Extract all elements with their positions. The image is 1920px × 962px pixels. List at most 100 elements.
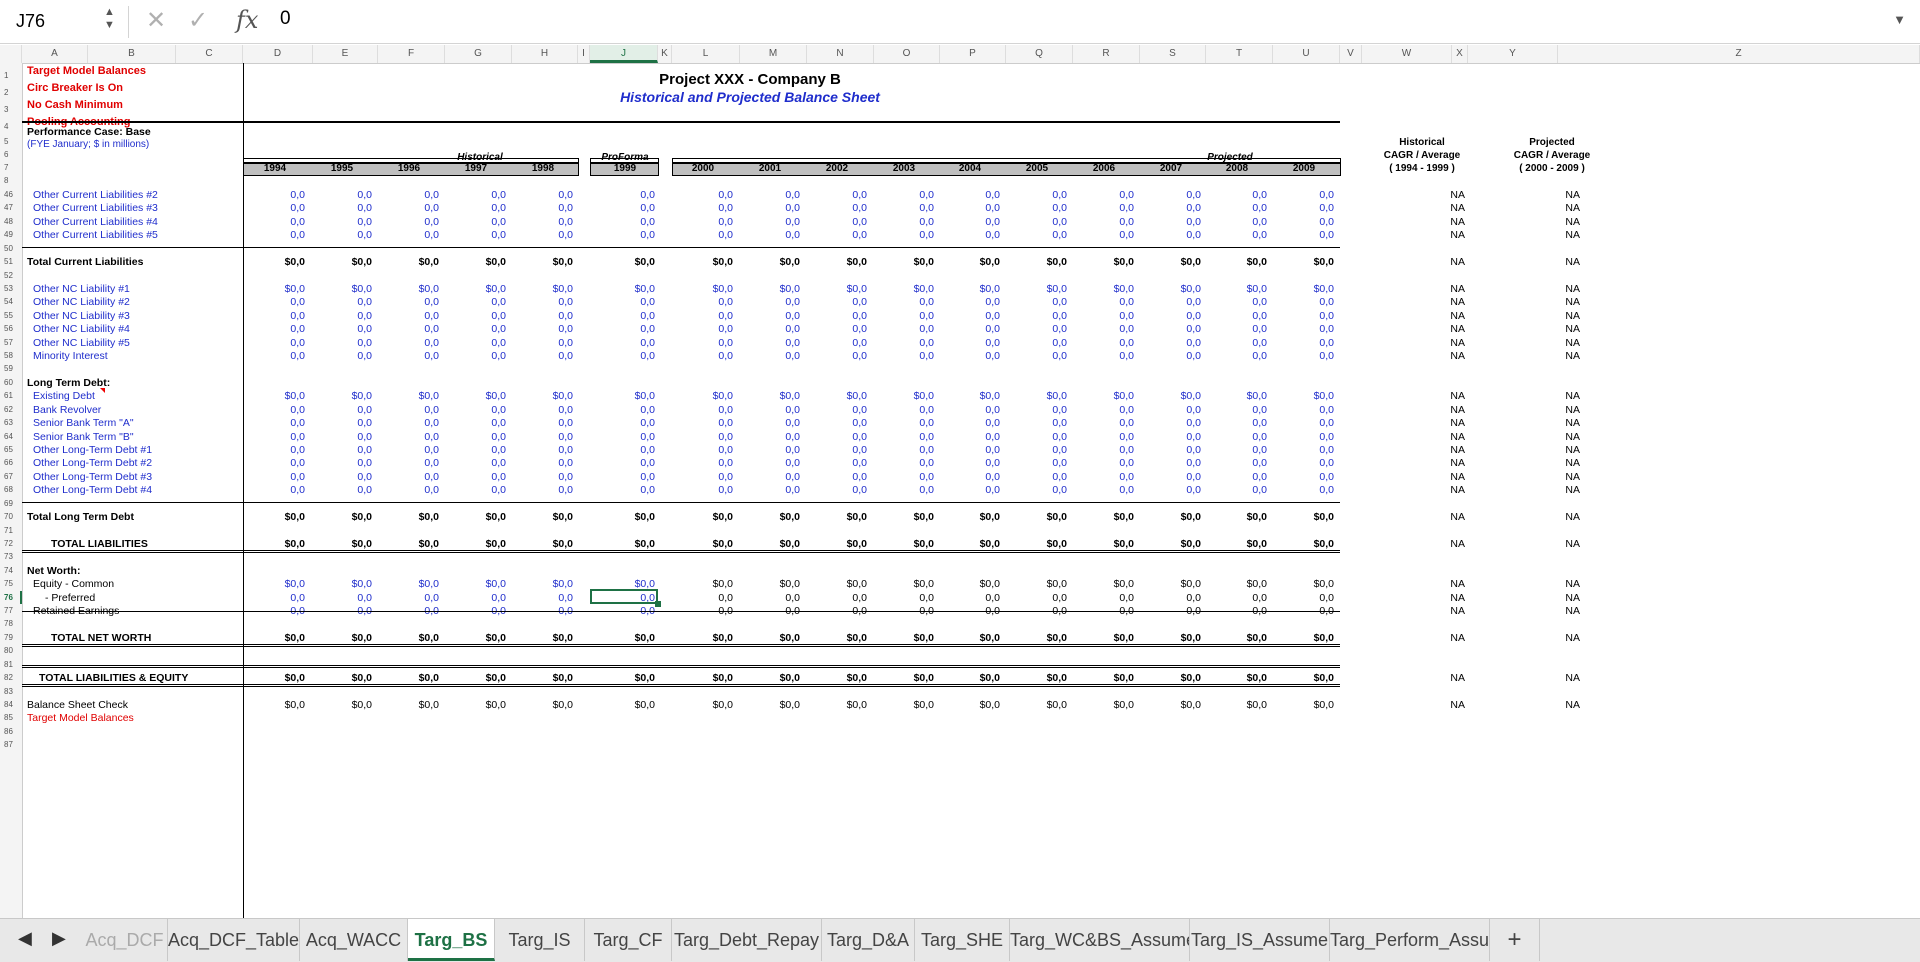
value-cell: 0,0	[491, 296, 506, 309]
sheet-tab-acq-dcf-table[interactable]: Acq_DCF_Table	[168, 919, 300, 961]
column-header-n[interactable]: N	[807, 45, 874, 63]
column-header-j[interactable]: J	[590, 45, 658, 63]
value-cell: $0,0	[1180, 578, 1201, 591]
sheet-tab-acq-wacc[interactable]: Acq_WACC	[300, 919, 408, 961]
column-header-c[interactable]: C	[176, 45, 243, 63]
add-sheet-button[interactable]: +	[1490, 919, 1540, 961]
value-cell: 0,0	[558, 296, 573, 309]
value-cell: $0,0	[1046, 511, 1067, 524]
value-cell: 0,0	[640, 403, 655, 416]
flag-label: Target Model Balances	[27, 65, 146, 77]
column-header-k[interactable]: K	[658, 45, 672, 63]
column-header-g[interactable]: G	[445, 45, 512, 63]
value-cell: 0,0	[1119, 229, 1134, 242]
comment-indicator-icon[interactable]	[100, 388, 105, 394]
value-cell: $0,0	[634, 537, 655, 550]
column-header-e[interactable]: E	[313, 45, 378, 63]
value-cell: 0,0	[919, 470, 934, 483]
column-header-x[interactable]: X	[1452, 45, 1468, 63]
value-cell: 0,0	[357, 403, 372, 416]
sheet-tab-targ-wc-bs-assume[interactable]: Targ_WC&BS_Assume	[1010, 919, 1190, 961]
cagr-historical-value: NA	[1450, 296, 1465, 309]
value-cell: $0,0	[1113, 256, 1134, 269]
value-cell: 0,0	[290, 309, 305, 322]
value-cell: 0,0	[357, 215, 372, 228]
next-sheet-icon[interactable]: ▶	[52, 928, 66, 949]
worksheet-grid[interactable]: Target Model Balances Circ Breaker Is On N…	[0, 63, 1920, 918]
sheet-tab-targ-she[interactable]: Targ_SHE	[915, 919, 1010, 961]
name-box-stepper-icon[interactable]: ▲ ▼	[104, 6, 115, 32]
value-cell: $0,0	[712, 390, 733, 403]
value-cell: $0,0	[846, 698, 867, 711]
column-header-u[interactable]: U	[1273, 45, 1340, 63]
sheet-tab-targ-bs[interactable]: Targ_BS	[408, 919, 495, 961]
value-cell: 0,0	[718, 430, 733, 443]
value-cell: 0,0	[985, 443, 1000, 456]
value-cell: 0,0	[424, 457, 439, 470]
cagr-historical-value: NA	[1450, 417, 1465, 430]
cancel-icon[interactable]: ✕	[146, 6, 166, 35]
value-cell: 0,0	[424, 296, 439, 309]
column-header-h[interactable]: H	[512, 45, 578, 63]
column-header-f[interactable]: F	[378, 45, 445, 63]
expand-formula-icon[interactable]: ▼	[1893, 12, 1906, 27]
column-header-a[interactable]: A	[22, 45, 88, 63]
column-header-o[interactable]: O	[874, 45, 940, 63]
sheet-tab-targ-debt-repay[interactable]: Targ_Debt_Repay	[672, 919, 822, 961]
formula-input[interactable]: 0	[280, 8, 291, 30]
cagr-projected-value: NA	[1565, 631, 1580, 644]
value-cell: 0,0	[1186, 202, 1201, 215]
function-icon[interactable]: fx	[236, 6, 258, 34]
value-cell: 0,0	[1052, 296, 1067, 309]
value-cell: 0,0	[785, 350, 800, 363]
cagr-projected-value: NA	[1565, 537, 1580, 550]
value-cell: 0,0	[1052, 443, 1067, 456]
value-cell: $0,0	[779, 511, 800, 524]
column-header-b[interactable]: B	[88, 45, 176, 63]
column-header-i[interactable]: I	[578, 45, 590, 63]
value-cell: 0,0	[558, 336, 573, 349]
active-cell-cursor[interactable]	[590, 588, 658, 604]
value-cell: $0,0	[979, 537, 1000, 550]
column-header-w[interactable]: W	[1362, 45, 1452, 63]
fill-handle[interactable]	[655, 600, 661, 607]
column-header-z[interactable]: Z	[1558, 45, 1920, 63]
column-header-v[interactable]: V	[1340, 45, 1362, 63]
value-cell: 0,0	[1319, 215, 1334, 228]
sheet-tab-targ-cf[interactable]: Targ_CF	[585, 919, 672, 961]
value-cell: 0,0	[558, 350, 573, 363]
value-cell: 0,0	[491, 323, 506, 336]
confirm-icon[interactable]: ✓	[188, 6, 208, 35]
cagr-historical-value: NA	[1450, 443, 1465, 456]
column-header-m[interactable]: M	[740, 45, 807, 63]
column-header-s[interactable]: S	[1140, 45, 1206, 63]
column-header-q[interactable]: Q	[1006, 45, 1073, 63]
column-header-d[interactable]: D	[243, 45, 313, 63]
sheet-tab-targ-is[interactable]: Targ_IS	[495, 919, 585, 961]
row-label: Minority Interest	[33, 350, 108, 363]
cagr-projected-value: NA	[1565, 591, 1580, 604]
value-cell: 0,0	[640, 470, 655, 483]
value-cell: 0,0	[357, 323, 372, 336]
column-header-p[interactable]: P	[940, 45, 1006, 63]
value-cell: 0,0	[640, 202, 655, 215]
value-cell: 0,0	[1319, 336, 1334, 349]
sheet-tab-acq-dcf[interactable]: Acq_DCF	[82, 919, 168, 961]
previous-sheet-icon[interactable]: ◀	[18, 928, 32, 949]
select-all-corner[interactable]	[0, 45, 22, 63]
row-label: Long Term Debt:	[27, 376, 111, 389]
sheet-tab-targ-perform-assu[interactable]: Targ_Perform_Assu	[1330, 919, 1490, 961]
sheet-tab-targ-is-assume[interactable]: Targ_IS_Assume	[1190, 919, 1330, 961]
column-header-l[interactable]: L	[672, 45, 740, 63]
value-cell: 0,0	[785, 309, 800, 322]
value-cell: 0,0	[1319, 457, 1334, 470]
column-header-y[interactable]: Y	[1468, 45, 1558, 63]
value-cell: $0,0	[284, 578, 305, 591]
value-cell: 0,0	[491, 350, 506, 363]
value-cell: 0,0	[852, 215, 867, 228]
column-header-t[interactable]: T	[1206, 45, 1273, 63]
column-header-r[interactable]: R	[1073, 45, 1140, 63]
value-cell: $0,0	[552, 698, 573, 711]
cagr-projected-header: Projected	[1529, 137, 1575, 148]
sheet-tab-targ-d-a[interactable]: Targ_D&A	[822, 919, 915, 961]
